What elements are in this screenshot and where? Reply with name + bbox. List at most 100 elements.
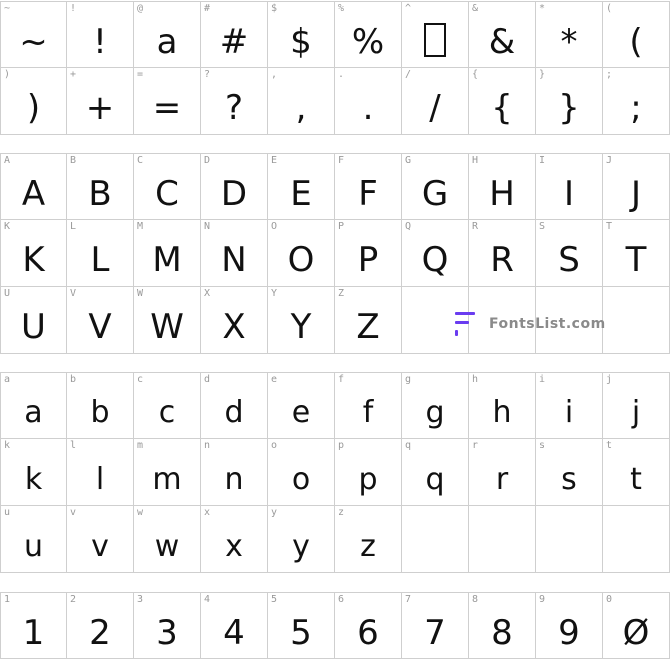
glyph-cell: uu (0, 506, 67, 573)
glyph-sample: Y (290, 307, 312, 347)
glyph-sample: G (421, 173, 449, 214)
glyph-cell-label: P (338, 221, 345, 232)
glyph-cell-label: W (137, 288, 144, 299)
glyph-cell: qq (402, 439, 469, 506)
glyph-cell: + + (67, 68, 134, 135)
glyph-cell-label: I (539, 155, 546, 166)
glyph-cell: II (536, 153, 603, 220)
glyph-cell-label: L (70, 221, 77, 232)
glyph-cell: yy (268, 506, 335, 573)
glyph-cell: oo (268, 439, 335, 506)
glyph-cell-label: G (405, 155, 412, 166)
glyph-cell-label: ( (606, 3, 613, 14)
watermark-text: FontsList.com (489, 316, 606, 332)
glyph-cell: JJ (603, 153, 670, 220)
glyph-cell: xx (201, 506, 268, 573)
glyph-cell: OO (268, 220, 335, 287)
glyph-sample: n (224, 461, 244, 497)
glyph-cell: gg (402, 372, 469, 439)
glyph-cell-label: ~ (4, 3, 11, 14)
glyph-row: KKLLMMNNOOPPQQRRSSTT (0, 220, 670, 287)
glyph-cell: BB (67, 153, 134, 220)
glyph-row: AABBCCDDEEFFGGHHIIJJ (0, 153, 670, 220)
glyph-sample: ( (629, 21, 643, 62)
glyph-cell: pp (335, 439, 402, 506)
glyph-cell: ,, (268, 68, 335, 135)
glyph-row: ~ ~!! @ a # # $ $%% ^ & & * *(( (0, 1, 670, 68)
glyph-sample: , (295, 88, 307, 128)
glyph-sample: V (88, 307, 112, 347)
glyph-cell-label: b (70, 374, 77, 385)
glyph-cell-label: k (4, 440, 11, 451)
glyph-cell: dd (201, 372, 268, 439)
glyph-cell: QQ (402, 220, 469, 287)
glyph-cell-label: a (4, 374, 11, 385)
glyph-sample: 6 (357, 612, 379, 653)
glyph-cell-label: t (606, 440, 613, 451)
glyph-cell: rr (469, 439, 536, 506)
glyph-sample: y (292, 528, 310, 564)
glyph-sample: f (362, 395, 374, 430)
glyph-sample: S (558, 240, 580, 280)
glyph-cell-label: X (204, 288, 211, 299)
glyph-sample: F (358, 173, 378, 214)
glyph-cell-label: m (137, 440, 144, 451)
glyph-sample (603, 520, 669, 572)
glyph-cell: KK (0, 220, 67, 287)
glyph-cell: 0Ø (603, 592, 670, 659)
glyph-sample: 3 (156, 612, 178, 653)
glyph-cell-label: w (137, 507, 144, 518)
glyph-sample: m (152, 461, 182, 497)
glyph-cell-label: $ (271, 3, 278, 14)
glyph-cell-label: ) (4, 69, 11, 80)
glyph-sample: p (358, 461, 378, 497)
glyph-cell: / / (402, 68, 469, 135)
glyph-cell-label: 2 (70, 594, 77, 605)
glyph-cell: EE (268, 153, 335, 220)
glyph-sample: L (90, 240, 110, 280)
glyph-row: 1122334455667788990Ø (0, 592, 670, 659)
glyph-sample: I (563, 173, 575, 214)
glyph-cell: ee (268, 372, 335, 439)
glyph-sample: 5 (290, 612, 312, 653)
glyph-row: aabbccddeeffgghhiijj (0, 372, 670, 439)
glyph-cell: LL (67, 220, 134, 287)
glyph-cell: = = (134, 68, 201, 135)
glyph-cell-label: o (271, 440, 278, 451)
glyph-cell: zz (335, 506, 402, 573)
glyph-cell: !! (67, 1, 134, 68)
glyph-cell-label: N (204, 221, 211, 232)
glyph-cell: PP (335, 220, 402, 287)
glyph-cell: ll (67, 439, 134, 506)
glyph-sample: r (495, 461, 509, 497)
glyph-sample: H (489, 173, 515, 214)
glyph-cell: * * (536, 1, 603, 68)
glyph-sample: C (155, 173, 179, 214)
glyph-cell: 88 (469, 592, 536, 659)
glyph-cell-label: & (472, 3, 479, 14)
glyph-sample: 2 (89, 612, 111, 653)
glyph-cell-label: ? (204, 69, 211, 80)
glyph-cell: FF (335, 153, 402, 220)
glyph-sample: U (21, 307, 46, 347)
glyph-cell: {{ (469, 68, 536, 135)
glyph-cell-label: h (472, 374, 479, 385)
glyph-cell-label: / (405, 69, 412, 80)
glyph-cell-label: 9 (539, 594, 546, 605)
missing-glyph-box-shape (424, 22, 446, 57)
glyph-cell-label: . (338, 69, 345, 80)
glyph-cell: CC (134, 153, 201, 220)
glyph-sample: h (492, 395, 512, 430)
glyph-sample: B (88, 173, 112, 214)
glyph-sample: z (360, 528, 376, 564)
watermark: FontsList.com (453, 309, 606, 339)
glyph-sample (402, 520, 468, 572)
glyph-cell: tt (603, 439, 670, 506)
glyph-cell: 44 (201, 592, 268, 659)
glyph-sample: K (22, 240, 45, 280)
glyph-cell-label: J (606, 155, 613, 166)
glyph-cell: ;; (603, 68, 670, 135)
glyph-cell-label: l (70, 440, 77, 451)
glyph-sample: Q (421, 240, 449, 280)
fontslist-logo-icon (453, 310, 475, 338)
